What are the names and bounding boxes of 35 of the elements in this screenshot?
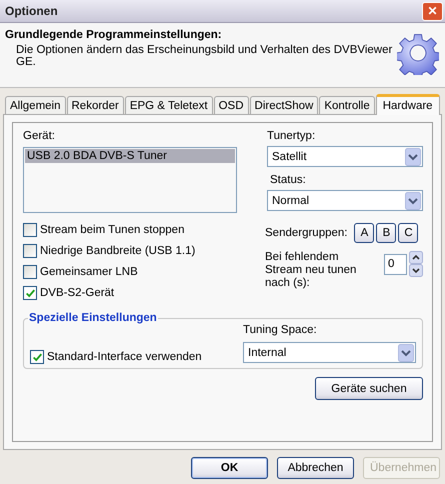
tuning-space-dropdown[interactable]: Internal <box>243 342 416 363</box>
window-title: Optionen <box>5 4 58 18</box>
tab[interactable]: OSD <box>214 96 249 114</box>
retune-label: Bei fehlendem Stream neu tunen nach (s): <box>265 251 358 290</box>
tuner-type-label: Tunertyp: <box>267 130 316 142</box>
channel-groups-label: Sendergruppen: <box>265 227 348 239</box>
tab[interactable]: Kontrolle <box>319 96 375 114</box>
tuner-type-dropdown[interactable]: Satellit <box>267 146 423 167</box>
tuning-space-label: Tuning Space: <box>243 324 318 336</box>
header-description: Die Optionen ändern das Erscheinungsbild und Verhalten des DVBViewer GE. <box>15 44 394 68</box>
checkbox-label: DVB-S2-Gerät <box>40 287 114 299</box>
device-label: Gerät: <box>23 130 56 142</box>
checkbox-label: Gemeinsamer LNB <box>40 266 138 278</box>
device-list[interactable]: USB 2.0 BDA DVB-S Tuner <box>23 147 237 213</box>
channel-group-button[interactable]: C <box>398 223 418 243</box>
tab[interactable]: EPG & Teletext <box>124 96 213 114</box>
group-title: Spezielle Einstellungen <box>28 312 158 324</box>
tab[interactable]: DirectShow <box>250 96 318 114</box>
checkbox-label: Standard-Interface verwenden <box>47 351 202 363</box>
checkbox-label: Niedrige Bandbreite (USB 1.1) <box>40 245 196 257</box>
search-devices-button[interactable]: Geräte suchen <box>315 377 423 400</box>
tab[interactable]: Hardware <box>376 94 440 115</box>
tab[interactable]: Rekorder <box>66 96 124 114</box>
channel-group-button[interactable]: A <box>354 223 374 243</box>
retune-field[interactable]: 0 <box>384 254 407 274</box>
dialog-button[interactable]: Abbrechen <box>277 457 354 479</box>
tab[interactable]: Allgemein <box>5 96 66 114</box>
channel-group-button[interactable]: B <box>376 223 396 243</box>
status-label: Status: <box>269 174 307 186</box>
checkbox-label: Stream beim Tunen stoppen <box>40 224 184 236</box>
device-list-item[interactable]: USB 2.0 BDA DVB-S Tuner <box>25 149 235 163</box>
close-button[interactable]: ✕ <box>422 2 443 20</box>
dialog-button[interactable]: OK <box>191 457 268 479</box>
status-dropdown[interactable]: Normal <box>267 190 423 211</box>
header-title: Grundlegende Programmeinstellungen: <box>5 29 223 41</box>
